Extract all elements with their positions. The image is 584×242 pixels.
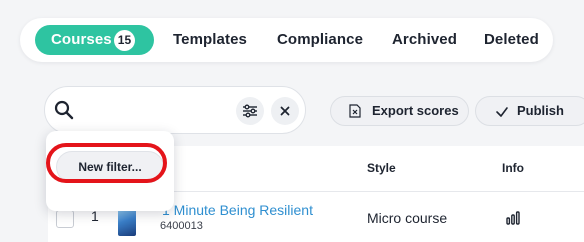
tab-compliance[interactable]: Compliance: [277, 25, 363, 55]
highlight-annotation: [46, 143, 167, 183]
column-header-info: Info: [502, 161, 524, 175]
tab-compliance-label: Compliance: [277, 31, 364, 48]
row-checkbox[interactable]: [56, 210, 74, 228]
course-thumbnail: [118, 208, 136, 236]
sliders-icon: [243, 104, 257, 118]
tab-deleted[interactable]: Deleted: [484, 25, 539, 55]
export-file-icon: [349, 104, 361, 118]
tab-archived[interactable]: Archived: [392, 25, 457, 55]
close-icon: [280, 106, 290, 116]
filter-settings-button[interactable]: [236, 97, 264, 125]
export-scores-button[interactable]: Export scores: [330, 96, 469, 126]
tab-templates[interactable]: Templates: [173, 25, 247, 55]
check-icon: [496, 107, 508, 117]
publish-label: Publish: [517, 103, 564, 118]
tab-courses[interactable]: Courses 15: [35, 25, 154, 55]
export-scores-label: Export scores: [372, 103, 459, 118]
publish-button[interactable]: Publish: [475, 96, 584, 126]
course-style: Micro course: [367, 210, 448, 226]
stats-icon[interactable]: [506, 211, 520, 230]
tab-deleted-label: Deleted: [484, 31, 539, 48]
tabs-bar: Courses 15 Templates Compliance Archived…: [20, 18, 553, 62]
search-icon: [53, 99, 75, 121]
tab-courses-label: Courses: [51, 31, 112, 48]
column-header-style: Style: [367, 161, 396, 175]
search-box[interactable]: [44, 86, 306, 134]
course-id: 6400013: [160, 220, 203, 232]
tab-archived-label: Archived: [392, 31, 457, 48]
clear-search-button[interactable]: [271, 97, 299, 125]
tab-templates-label: Templates: [173, 31, 247, 48]
courses-count-badge: 15: [114, 30, 135, 51]
course-title-link[interactable]: 1 Minute Being Resilient: [162, 202, 313, 218]
